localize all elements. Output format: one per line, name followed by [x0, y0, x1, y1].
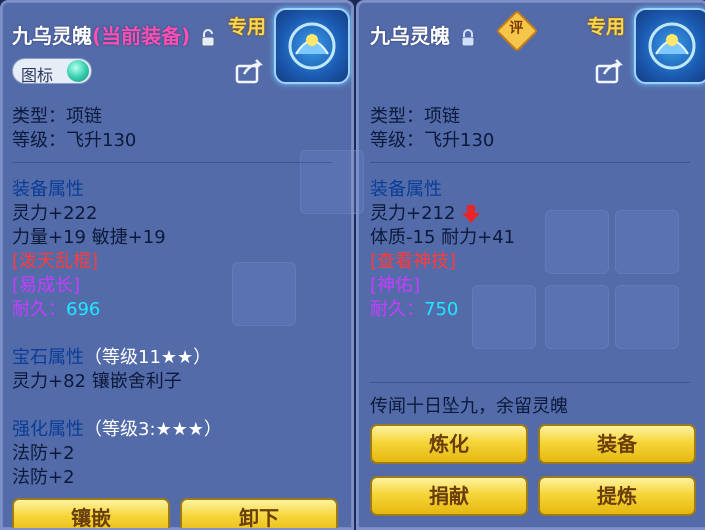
attr-line-1: 灵力+212: [370, 203, 481, 225]
share-icon[interactable]: [234, 58, 264, 84]
lock-icon[interactable]: [460, 28, 476, 47]
equipped-item-panel: 九乌灵魄(当前装备) 专用 图标 类型：项链 等级：飞升130 装备属性 灵力+…: [0, 0, 354, 530]
item-lore: 传闻十日坠九，余留灵魄: [370, 396, 568, 417]
durability-label: 耐久：: [370, 299, 424, 320]
unlock-icon[interactable]: [200, 28, 216, 47]
gem-level: （等级11★★）: [84, 347, 212, 368]
item-name: 九乌灵魄: [12, 24, 92, 48]
item-name: 九乌灵魄: [370, 24, 450, 48]
share-icon[interactable]: [594, 58, 624, 84]
item-type: 类型：项链: [370, 106, 460, 127]
unequip-button[interactable]: 卸下: [180, 498, 338, 528]
durability-value: 696: [66, 299, 101, 320]
item-type: 类型：项链: [12, 106, 102, 127]
compare-item-panel: 九乌灵魄 专用 类型：项链 等级：飞升130 装备属性 灵力+212 体质-15…: [356, 0, 705, 530]
item-icon[interactable]: [274, 8, 350, 84]
special-skill[interactable]: [泼天乱棍]: [12, 251, 98, 273]
item-title: 九乌灵魄(当前装备): [12, 20, 216, 49]
toggle-knob: [67, 60, 89, 82]
donate-button[interactable]: 捐献: [370, 476, 528, 516]
equip-attr-header: 装备属性: [12, 179, 84, 200]
item-title: 九乌灵魄: [370, 20, 476, 49]
icon-toggle-label: 图标: [21, 66, 54, 85]
forge-attr-header: 强化属性: [12, 419, 84, 440]
forge-attr-row: 强化属性（等级3:★★★）: [12, 419, 222, 441]
special-effect[interactable]: [神佑]: [370, 275, 420, 297]
durability: 耐久：750: [370, 299, 458, 321]
item-level: 等级：飞升130: [12, 130, 137, 151]
inlay-button[interactable]: 镶嵌: [12, 498, 170, 528]
divider: [370, 162, 690, 163]
gem-attr-row: 宝石属性（等级11★★）: [12, 347, 211, 369]
special-effect[interactable]: [易成长]: [12, 275, 80, 297]
exclusive-label: 专用: [587, 16, 626, 38]
item-icon[interactable]: [634, 8, 705, 84]
divider: [12, 162, 332, 163]
durability: 耐久：696: [12, 299, 100, 321]
equip-button[interactable]: 装备: [538, 424, 696, 464]
down-arrow-icon: [462, 205, 481, 223]
view-divine-skill-link[interactable]: [查看神技]: [370, 251, 456, 273]
divider: [370, 382, 690, 383]
icon-toggle[interactable]: 图标: [12, 58, 92, 85]
attr-line-1-text: 灵力+212: [370, 203, 456, 224]
attr-line-2: 力量+19 敏捷+19: [12, 227, 166, 248]
durability-value: 750: [424, 299, 459, 320]
forge-line-2: 法防+2: [12, 467, 75, 488]
exclusive-label: 专用: [228, 16, 267, 38]
equip-attr-header: 装备属性: [370, 179, 442, 200]
attr-line-1: 灵力+222: [12, 203, 98, 224]
gem-attr-line: 灵力+82 镶嵌舍利子: [12, 371, 182, 392]
gem-attr-header: 宝石属性: [12, 347, 84, 368]
forge-level: （等级3:★★★）: [84, 419, 222, 440]
extract-button[interactable]: 提炼: [538, 476, 696, 516]
forge-line-1: 法防+2: [12, 443, 75, 464]
item-level: 等级：飞升130: [370, 130, 495, 151]
attr-line-2: 体质-15 耐力+41: [370, 227, 516, 248]
rate-badge-label: 评: [509, 20, 524, 37]
refine-button[interactable]: 炼化: [370, 424, 528, 464]
durability-label: 耐久：: [12, 299, 66, 320]
current-equip-tag: (当前装备): [92, 24, 191, 48]
